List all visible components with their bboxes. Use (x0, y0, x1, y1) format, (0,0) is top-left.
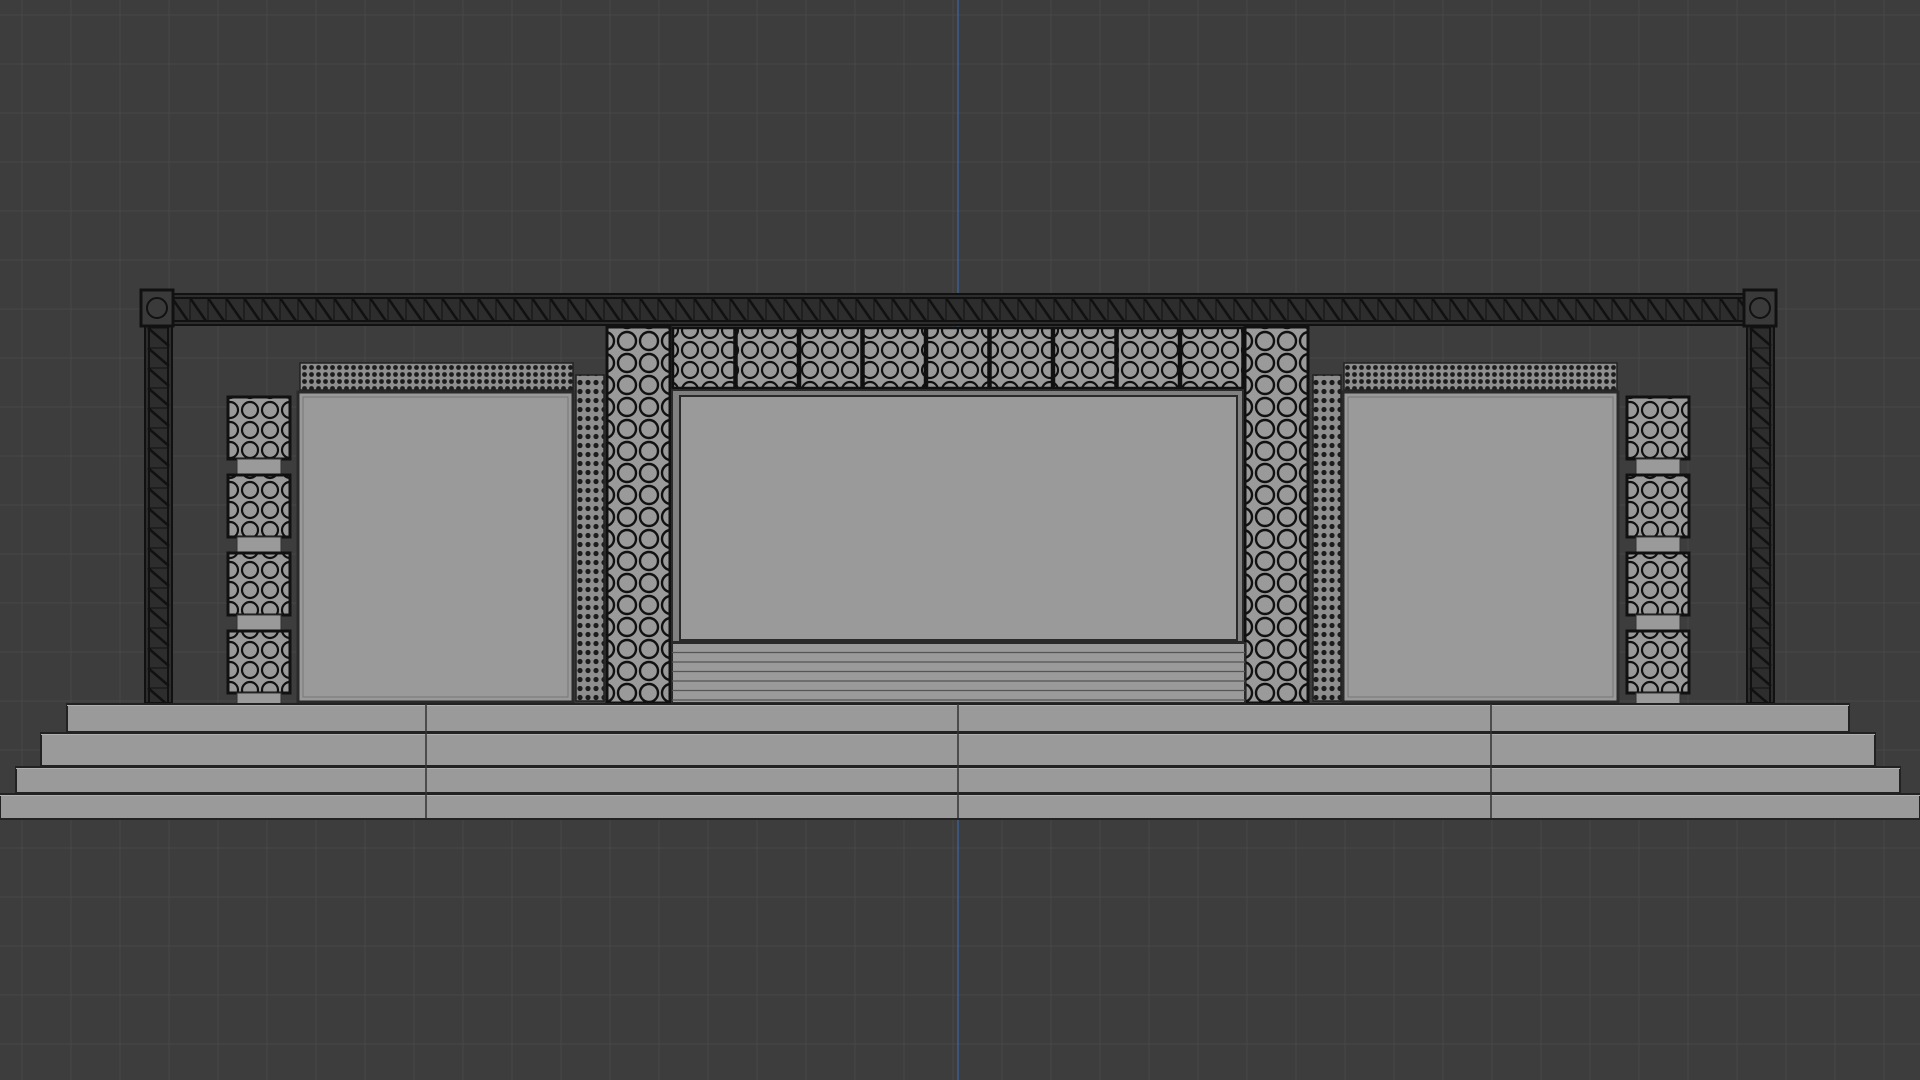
right-top-led-strip (1343, 362, 1618, 391)
right-corner-block[interactable] (1742, 288, 1778, 328)
left-speaker-spacer (236, 614, 282, 632)
left-speaker-box[interactable] (226, 629, 292, 695)
header-panel[interactable] (989, 326, 1054, 390)
left-speaker-box[interactable] (226, 551, 292, 617)
header-panel[interactable] (1179, 326, 1244, 390)
center-assembly[interactable] (605, 325, 1310, 705)
left-speaker-stack[interactable] (226, 395, 292, 710)
left-speaker-spacer (236, 536, 282, 554)
right-speaker-spacer (1635, 458, 1681, 476)
header-panel[interactable] (798, 326, 863, 390)
right-speaker-box[interactable] (1625, 629, 1691, 695)
right-speaker-box[interactable] (1625, 551, 1691, 617)
left-pixel-column[interactable] (605, 325, 672, 705)
left-corner-block[interactable] (139, 288, 175, 328)
3d-viewport[interactable] (0, 0, 1920, 1080)
left-screen-assembly[interactable] (296, 362, 605, 704)
right-speaker-spacer (1635, 614, 1681, 632)
right-side-led-strip (1312, 374, 1342, 702)
header-panel-row[interactable] (671, 326, 1244, 390)
header-panel[interactable] (735, 326, 800, 390)
right-speaker-box[interactable] (1625, 395, 1691, 461)
header-panel[interactable] (925, 326, 990, 390)
left-speaker-box[interactable] (226, 395, 292, 461)
right-speaker-spacer (1635, 536, 1681, 554)
header-panel[interactable] (862, 326, 927, 390)
left-speaker-box[interactable] (226, 473, 292, 539)
header-panel[interactable] (1052, 326, 1117, 390)
right-screen[interactable] (1341, 390, 1620, 704)
header-panel[interactable] (1116, 326, 1181, 390)
header-panel[interactable] (671, 326, 736, 390)
right-speaker-box[interactable] (1625, 473, 1691, 539)
left-top-led-strip (299, 362, 574, 391)
left-screen[interactable] (296, 390, 575, 704)
viewport-canvas[interactable] (0, 0, 1920, 1080)
left-speaker-spacer (236, 458, 282, 476)
right-pixel-column[interactable] (1243, 325, 1310, 705)
right-screen-assembly[interactable] (1312, 362, 1620, 704)
stage-step[interactable] (0, 793, 1920, 820)
stage-platform[interactable] (0, 703, 1920, 820)
left-side-led-strip (575, 374, 605, 702)
right-speaker-stack[interactable] (1625, 395, 1691, 710)
center-screen[interactable] (679, 395, 1238, 641)
center-riser[interactable] (671, 642, 1246, 704)
